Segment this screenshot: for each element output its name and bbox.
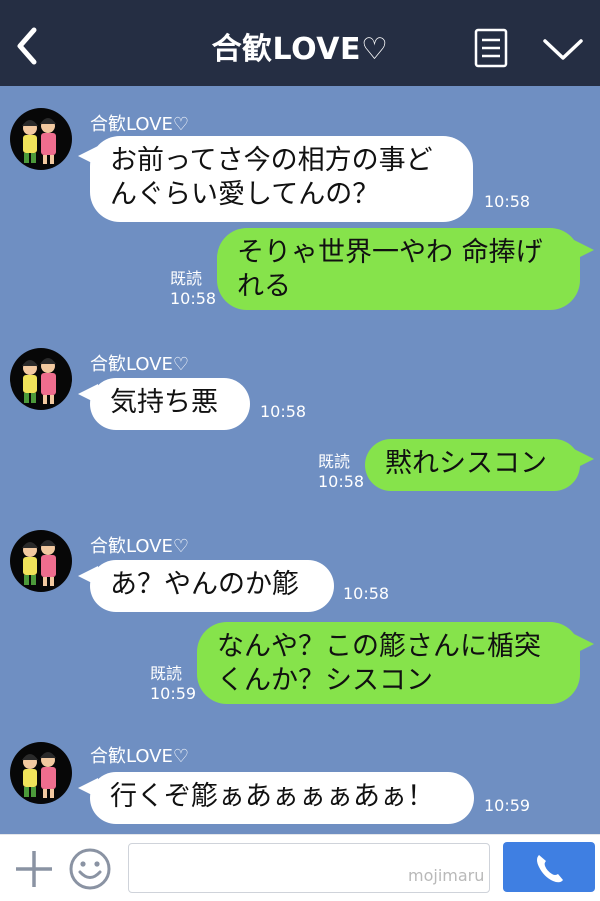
read-label: 既読 — [150, 664, 183, 683]
bubble-tail — [574, 449, 594, 469]
chevron-down-icon — [543, 39, 583, 60]
collapse-button[interactable] — [542, 36, 584, 64]
sender-name: 合歓LOVE♡ — [90, 114, 190, 135]
message-bubble-outgoing[interactable]: 黙れシスコン — [365, 439, 580, 491]
sender-name: 合歓LOVE♡ — [90, 746, 190, 767]
message-bubble-incoming[interactable]: 気持ち悪 — [90, 378, 250, 430]
avatar[interactable] — [10, 348, 72, 410]
avatar-image — [22, 540, 56, 586]
smiley-icon — [69, 848, 111, 890]
message-text: 黙れシスコン — [385, 448, 547, 479]
read-label: 既読 — [170, 269, 203, 288]
bubble-tail — [574, 240, 594, 260]
add-button[interactable] — [14, 849, 54, 889]
avatar-image — [22, 118, 56, 164]
message-bubble-incoming[interactable]: お前ってさ今の相方の事ど んぐらい愛してんの？ — [90, 136, 473, 222]
read-label: 既読 — [318, 452, 351, 471]
message-time: 10:58 — [170, 289, 217, 308]
chat-title: 合歓LOVE♡ — [211, 32, 389, 67]
message-text: あ？やんのか簓 — [110, 569, 299, 600]
message-text: お前ってさ今の相方の事ど んぐらい愛してんの？ — [110, 145, 433, 210]
chat-header: 合歓LOVE♡ — [0, 0, 600, 86]
avatar-image — [22, 752, 56, 798]
message-bubble-outgoing[interactable]: なんや？この簓さんに楯突 くんか？シスコン — [197, 622, 580, 704]
message-time: 10:58 — [318, 472, 365, 491]
read-receipt: 既読 10:58 — [170, 269, 216, 309]
watermark: mojimaru — [408, 866, 485, 885]
read-receipt: 既読 10:59 — [150, 664, 196, 704]
note-icon — [474, 28, 508, 68]
message-time: 10:59 — [484, 796, 531, 815]
plus-icon — [16, 851, 52, 887]
read-receipt: 既読 10:58 — [318, 452, 364, 492]
sender-name: 合歓LOVE♡ — [90, 536, 190, 557]
message-bubble-incoming[interactable]: あ？やんのか簓 — [90, 560, 334, 612]
message-bubble-outgoing[interactable]: そりゃ世界一やわ 命捧げ れる — [217, 228, 580, 310]
bubble-tail — [574, 634, 594, 654]
call-button[interactable] — [503, 842, 595, 892]
message-text: なんや？この簓さんに楯突 くんか？シスコン — [217, 631, 541, 696]
message-text: 行くぞ簓ぁあぁぁぁあぁ！ — [110, 781, 434, 812]
avatar[interactable] — [10, 108, 72, 170]
message-time: 10:58 — [484, 192, 531, 211]
avatar-image — [22, 358, 56, 404]
phone-icon — [537, 855, 563, 883]
avatar[interactable] — [10, 530, 72, 592]
message-list[interactable]: 合歓LOVE♡ お前ってさ今の相方の事ど んぐらい愛してんの？ 10:58 既読… — [0, 86, 600, 834]
notes-button[interactable] — [473, 28, 509, 68]
message-time: 10:59 — [150, 684, 197, 703]
sender-name: 合歓LOVE♡ — [90, 354, 190, 375]
message-text: そりゃ世界一やわ 命捧げ れる — [237, 237, 543, 302]
emoji-button[interactable] — [68, 847, 112, 891]
message-time: 10:58 — [260, 402, 307, 421]
avatar[interactable] — [10, 742, 72, 804]
message-bubble-incoming[interactable]: 行くぞ簓ぁあぁぁぁあぁ！ — [90, 772, 474, 824]
message-time: 10:58 — [343, 584, 390, 603]
message-text: 気持ち悪 — [110, 387, 218, 418]
